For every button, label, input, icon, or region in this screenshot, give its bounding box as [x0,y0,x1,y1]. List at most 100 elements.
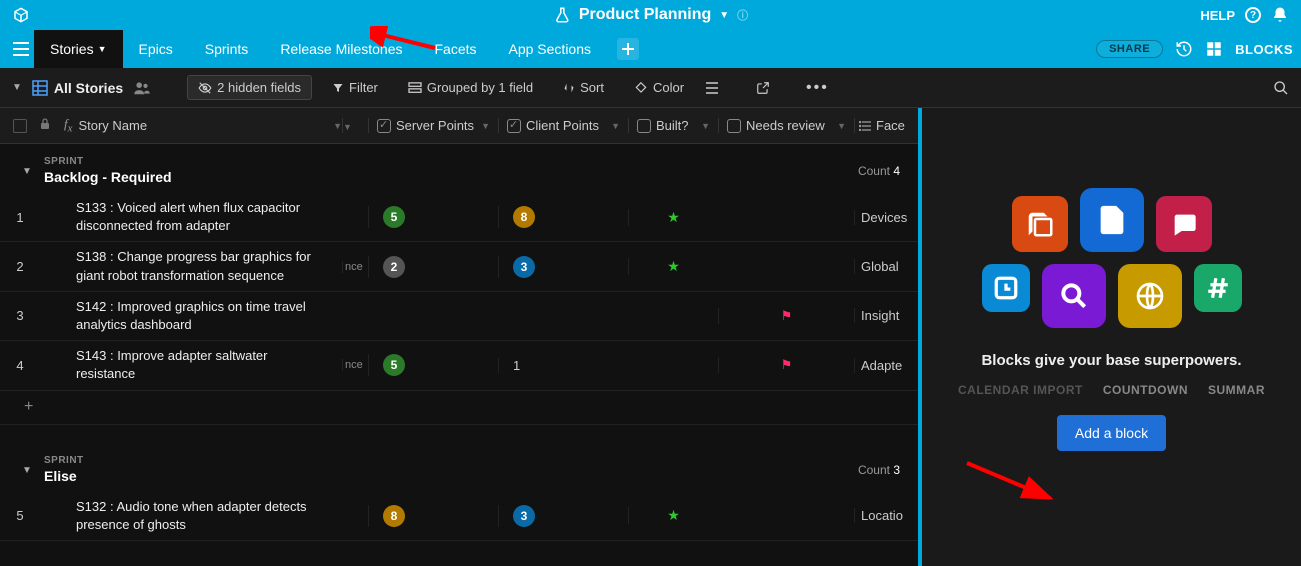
row-number: 4 [0,358,40,373]
cell-server-points[interactable]: 8 [368,505,498,527]
cell-built[interactable]: ★ [628,258,718,275]
cell-story-name[interactable]: S142 : Improved graphics on time travel … [40,292,342,340]
view-selector[interactable]: All Stories [32,80,123,96]
cell-server-points[interactable]: 2 [368,256,498,278]
blocks-tagline: Blocks give your base superpowers. [981,352,1241,369]
column-server-points[interactable]: Server Points▼ [368,118,498,133]
group-name: Elise [44,468,898,484]
block-icon-chat [1156,196,1212,252]
block-types-list: CALENDAR IMPORT COUNTDOWN SUMMAR [958,383,1265,397]
row-height-icon[interactable] [704,81,720,95]
chevron-down-icon: ▼ [719,10,729,21]
pill-badge: 2 [383,256,405,278]
tab-facets[interactable]: Facets [418,30,492,68]
column-narrow[interactable]: ▼ [342,118,368,133]
cell-story-name[interactable]: S143 : Improve adapter saltwater resista… [40,341,342,389]
column-client-points[interactable]: Client Points▼ [498,118,628,133]
row-number: 1 [0,210,40,225]
cell-built[interactable]: ★ [628,209,718,226]
help-link[interactable]: HELP [1200,8,1235,23]
chevron-down-icon[interactable]: ▼ [22,166,32,177]
view-toolbar: ▼ All Stories 2 hidden fields Filter Gro… [0,68,1301,108]
cell-built[interactable]: ★ [628,507,718,524]
history-icon[interactable] [1175,40,1193,58]
table-row[interactable]: 1 S133 : Voiced alert when flux capacito… [0,193,918,242]
cell-server-points[interactable]: 5 [368,206,498,228]
share-button[interactable]: SHARE [1096,40,1163,58]
group-count: Count 4 [858,164,900,178]
cell-client-points[interactable]: 1 [498,358,628,373]
cell-facet[interactable]: Locatio [854,508,910,523]
cell-facet[interactable]: Devices [854,210,910,225]
menu-icon[interactable] [8,36,34,62]
cell-client-points[interactable]: 3 [498,256,628,278]
star-icon: ★ [667,258,680,275]
column-built[interactable]: Built?▼ [628,118,718,133]
cell-narrow[interactable]: nce [342,359,368,371]
column-needs-review[interactable]: Needs review▼ [718,118,854,133]
group-header[interactable]: ▼ SPRINT Elise Count 3 [0,443,918,492]
search-icon[interactable] [1273,80,1289,96]
column-facet[interactable]: Face [854,118,910,133]
cell-facet[interactable]: Global [854,259,910,274]
table-row[interactable]: 2 S138 : Change progress bar graphics fo… [0,242,918,291]
pill-badge: 8 [383,505,405,527]
app-logo-icon [12,6,30,24]
pill-badge: 3 [513,505,535,527]
cell-story-name[interactable]: S132 : Audio tone when adapter detects p… [40,492,342,540]
star-icon: ★ [667,209,680,226]
filter-button[interactable]: Filter [322,76,388,99]
add-tab-button[interactable] [617,38,639,60]
add-row-button[interactable]: + [0,391,918,425]
info-icon[interactable]: ⓘ [737,7,748,23]
table-row[interactable]: 3 S142 : Improved graphics on time trave… [0,292,918,341]
flag-icon: ⚑ [781,357,793,373]
group-icon [408,82,422,94]
cell-server-points[interactable]: 5 [368,354,498,376]
cell-client-points[interactable]: 3 [498,505,628,527]
pill-badge: 5 [383,354,405,376]
blocks-label[interactable]: BLOCKS [1235,42,1293,57]
block-icon-search [1042,264,1106,328]
hidden-fields-button[interactable]: 2 hidden fields [187,75,312,100]
cell-facet[interactable]: Insight [854,308,910,323]
cell-needs-review[interactable]: ⚑ [718,308,854,324]
block-icon-clock [982,264,1030,312]
bell-icon[interactable] [1271,6,1289,24]
tab-release-milestones[interactable]: Release Milestones [264,30,418,68]
table-row[interactable]: 4 S143 : Improve adapter saltwater resis… [0,341,918,390]
add-block-button[interactable]: Add a block [1057,415,1166,451]
help-icon[interactable]: ? [1245,7,1261,23]
chevron-down-icon[interactable]: ▼ [22,465,32,476]
column-story-name[interactable]: fx Story Name▼ [60,116,342,135]
tab-stories[interactable]: Stories▼ [34,30,123,68]
cell-story-name[interactable]: S133 : Voiced alert when flux capacitor … [40,193,342,241]
tab-sprints[interactable]: Sprints [189,30,265,68]
share-view-icon[interactable] [756,81,770,95]
table-row[interactable]: 5 S132 : Audio tone when adapter detects… [0,492,918,541]
collaborators-icon[interactable] [133,81,151,95]
tab-epics[interactable]: Epics [123,30,189,68]
cell-client-points[interactable]: 8 [498,206,628,228]
sort-button[interactable]: Sort [553,76,614,99]
blocks-toggle-icon[interactable] [1205,40,1223,58]
sort-icon [563,82,575,94]
group-button[interactable]: Grouped by 1 field [398,76,543,99]
group-header[interactable]: ▼ SPRINT Backlog - Required Count 4 [0,144,918,193]
block-icon-file [1080,188,1144,252]
page-title-area[interactable]: Product Planning ▼ ⓘ [553,6,748,24]
color-button[interactable]: Color [624,76,694,99]
cell-narrow[interactable]: nce [342,261,368,273]
group-label: SPRINT [44,455,898,466]
cell-story-name[interactable]: S138 : Change progress bar graphics for … [40,242,342,290]
checkbox-icon [637,119,651,133]
tab-app-sections[interactable]: App Sections [493,30,608,68]
view-expand-icon[interactable]: ▼ [12,82,22,93]
star-icon: ★ [667,507,680,524]
select-all-checkbox[interactable] [0,119,40,133]
cell-facet[interactable]: Adapte [854,358,910,373]
cell-needs-review[interactable]: ⚑ [718,357,854,373]
more-icon[interactable]: ••• [806,79,829,97]
app-top-bar: Product Planning ▼ ⓘ HELP ? [0,0,1301,30]
grid-view-icon [32,80,48,96]
